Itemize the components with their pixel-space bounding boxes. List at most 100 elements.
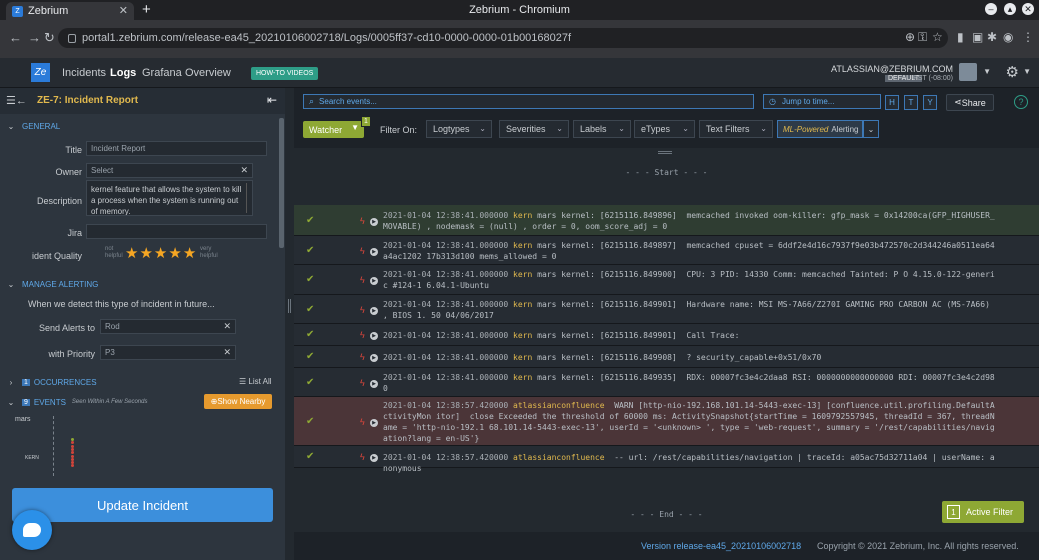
star-icon[interactable]: ★ <box>183 246 196 261</box>
clear-priority-icon[interactable]: ✕ <box>223 347 231 358</box>
log-row[interactable]: ✔ ϟ ▶ 2021-01-04 12:38:57.420000 atlassianc… <box>294 446 1039 473</box>
nav-logs[interactable]: Logs <box>110 67 136 79</box>
collapse-panel-icon[interactable]: ⇤ <box>267 93 277 107</box>
clear-send-alerts-icon[interactable]: ✕ <box>223 321 231 332</box>
expand-icon[interactable]: ▶ <box>370 354 378 362</box>
check-icon[interactable]: ✔ <box>306 245 314 256</box>
settings-gear-icon[interactable]: ⚙ <box>1006 63 1019 81</box>
ml-alerting-caret-icon[interactable]: ⌄ <box>863 120 879 138</box>
log-logtype[interactable]: kern <box>513 241 537 250</box>
expand-icon[interactable]: ▶ <box>370 419 378 427</box>
event-dot[interactable] <box>71 451 74 455</box>
user-menu-caret-icon[interactable]: ▼ <box>983 67 991 76</box>
zoom-icon[interactable]: ⊕ <box>905 30 915 44</box>
star-icon[interactable]: ★ <box>125 246 138 261</box>
expand-icon[interactable]: ▶ <box>370 218 378 226</box>
maximize-icon[interactable]: ▴ <box>1004 3 1016 15</box>
log-row[interactable]: ✔ ϟ ▶ 2021-01-04 12:38:41.000000 kern mars … <box>294 295 1039 324</box>
user-avatar[interactable] <box>959 63 977 81</box>
check-icon[interactable]: ✔ <box>306 416 314 427</box>
log-logtype[interactable]: atlassianconfluence <box>513 401 609 410</box>
log-list-grip-icon[interactable] <box>658 151 672 154</box>
settings-caret-icon[interactable]: ▼ <box>1023 67 1031 76</box>
log-row[interactable]: ✔ ϟ ▶ 2021-01-04 12:38:57.420000 atlassianc… <box>294 397 1039 446</box>
nav-grafana[interactable]: Grafana <box>142 67 182 79</box>
expand-icon[interactable]: ▶ <box>370 332 378 340</box>
search-input[interactable]: ⌕ Search events... <box>303 94 754 109</box>
panel-scrollbar[interactable] <box>279 118 284 248</box>
log-logtype[interactable]: kern <box>513 331 537 340</box>
hour-button[interactable]: H <box>885 95 899 110</box>
browser-menu-icon[interactable]: ⋮ <box>1022 30 1034 44</box>
log-row[interactable]: ✔ ϟ ▶ 2021-01-04 12:38:41.000000 kern mars … <box>294 346 1039 368</box>
jump-to-time-input[interactable]: ◷ Jump to time... <box>763 94 881 109</box>
star-icon[interactable]: ★ <box>139 246 152 261</box>
chat-button[interactable] <box>12 510 52 550</box>
etypes-filter[interactable]: eTypes ⌄ <box>634 120 695 138</box>
help-icon[interactable]: ? <box>1014 95 1028 109</box>
key-icon[interactable]: ⚿ <box>918 30 927 45</box>
log-logtype[interactable]: kern <box>513 300 537 309</box>
share-button[interactable]: ⋖ Share <box>946 94 994 111</box>
nav-overview[interactable]: Overview <box>185 67 231 79</box>
priority-select[interactable]: P3 ✕ <box>100 345 236 360</box>
nav-incidents[interactable]: Incidents <box>62 67 106 79</box>
star-icon[interactable]: ★ <box>168 246 181 261</box>
watcher-button[interactable]: Watcher ▼ 1 <box>303 116 371 138</box>
log-row[interactable]: ✔ ϟ ▶ 2021-01-04 12:38:41.000000 kern mars … <box>294 265 1039 295</box>
bookmark-star-icon[interactable]: ☆ <box>932 30 943 44</box>
address-bar[interactable]: portal1.zebrium.com/release-ea45_2021010… <box>58 28 948 48</box>
check-icon[interactable]: ✔ <box>306 451 314 462</box>
check-icon[interactable]: ✔ <box>306 274 314 285</box>
howto-videos-button[interactable]: HOW-TO VIDEOS <box>251 67 319 80</box>
labels-filter[interactable]: Labels ⌄ <box>573 120 631 138</box>
severities-filter[interactable]: Severities ⌄ <box>499 120 569 138</box>
description-textarea[interactable]: kernel feature that allows the system to… <box>86 180 253 216</box>
log-logtype[interactable]: kern <box>513 211 537 220</box>
check-icon[interactable]: ✔ <box>306 329 314 340</box>
check-icon[interactable]: ✔ <box>306 351 314 362</box>
expand-icon[interactable]: ▶ <box>370 277 378 285</box>
show-nearby-button[interactable]: ⊕ Show Nearby <box>204 394 272 409</box>
check-icon[interactable]: ✔ <box>306 304 314 315</box>
puzzle-icon[interactable]: ✱ <box>987 30 997 44</box>
logtypes-filter[interactable]: Logtypes ⌄ <box>426 120 492 138</box>
check-icon[interactable]: ✔ <box>306 377 314 388</box>
expand-icon[interactable]: ▶ <box>370 307 378 315</box>
check-icon[interactable]: ✔ <box>306 215 314 226</box>
active-filter-button[interactable]: 1 Active Filter <box>942 501 1024 523</box>
event-dot[interactable] <box>71 441 74 445</box>
profile-avatar-icon[interactable]: ◉ <box>1003 30 1013 44</box>
extension-icon-2[interactable]: ▣ <box>972 30 983 44</box>
owner-select[interactable]: Select ✕ <box>86 163 253 178</box>
log-logtype[interactable]: kern <box>513 353 537 362</box>
ml-alerting-button[interactable]: ML-Powered Alerting <box>777 120 863 138</box>
menu-back-icon[interactable]: ☰← <box>6 94 27 107</box>
new-tab-icon[interactable]: + <box>142 1 151 18</box>
event-dot[interactable] <box>71 464 74 468</box>
log-row[interactable]: ✔ ϟ ▶ 2021-01-04 12:38:41.000000 kern mars … <box>294 324 1039 346</box>
expand-icon[interactable]: ▶ <box>370 454 378 462</box>
log-row[interactable]: ✔ ϟ ▶ 2021-01-04 12:38:41.000000 kern mars … <box>294 368 1039 397</box>
reload-icon[interactable]: ↻ <box>44 30 55 46</box>
minimize-icon[interactable]: – <box>985 3 997 15</box>
close-window-icon[interactable]: ✕ <box>1022 3 1034 15</box>
textarea-scrollbar[interactable] <box>246 183 251 213</box>
star-icon[interactable]: ★ <box>154 246 167 261</box>
version-link[interactable]: Version release-ea45_20210106002718 <box>641 541 801 551</box>
send-alerts-select[interactable]: Rod ✕ <box>100 319 236 334</box>
back-icon[interactable]: ← <box>9 30 22 45</box>
log-logtype[interactable]: kern <box>513 373 537 382</box>
extension-icon[interactable]: ▮ <box>957 30 964 44</box>
clear-owner-icon[interactable]: ✕ <box>240 165 248 176</box>
close-tab-icon[interactable]: ✕ <box>119 4 128 17</box>
forward-icon[interactable]: → <box>28 30 41 45</box>
today-button[interactable]: T <box>904 95 918 110</box>
manage-alerting-header[interactable]: ⌄ MANAGE ALERTING <box>0 277 285 291</box>
quality-stars[interactable]: ★ ★ ★ ★ ★ <box>125 246 196 261</box>
log-row[interactable]: ✔ ϟ ▶ 2021-01-04 12:38:41.000000 kern mars … <box>294 205 1039 236</box>
update-incident-button[interactable]: Update Incident <box>12 488 273 522</box>
browser-tab[interactable]: Z Zebrium ✕ <box>6 2 134 20</box>
panel-divider[interactable] <box>285 88 294 560</box>
title-input[interactable]: Incident Report <box>86 141 267 156</box>
